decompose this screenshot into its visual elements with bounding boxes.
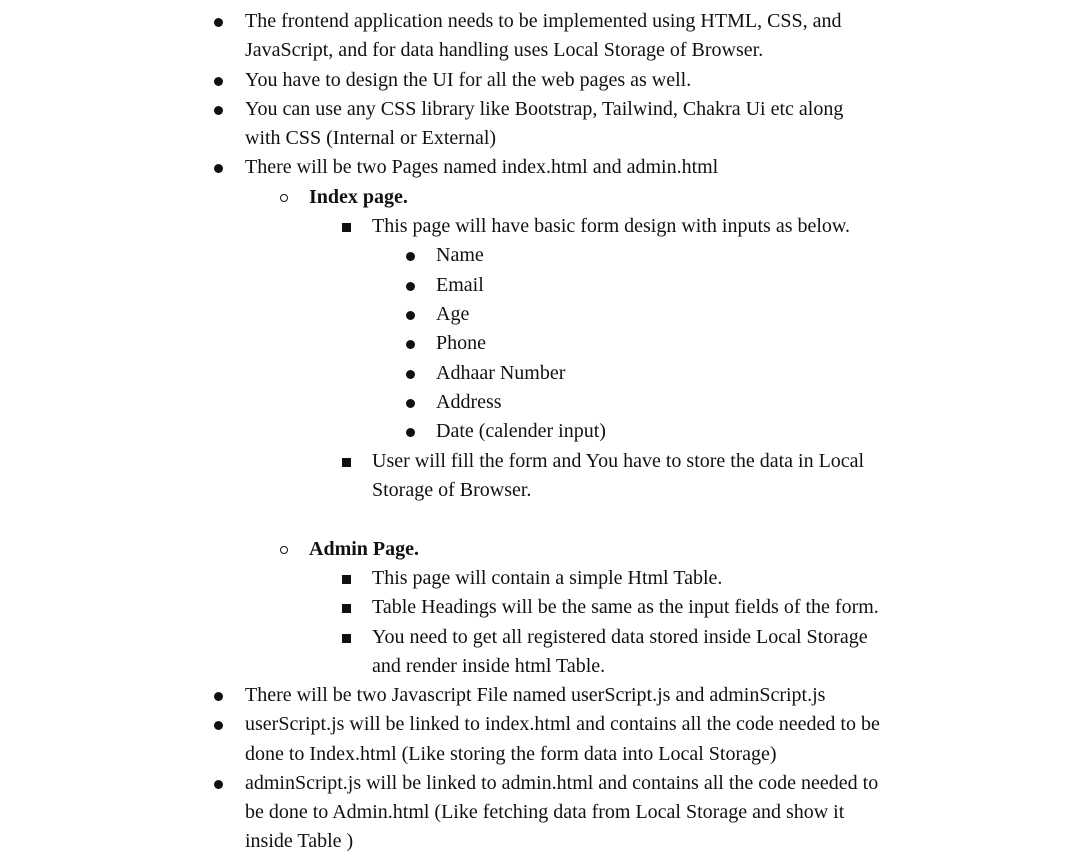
section-heading-admin: Admin Page. [309,538,419,560]
bullet-dot-icon [402,419,418,443]
list-item-text: inside Table ) [245,830,354,852]
list-item-text: You need to get all registered data stor… [372,626,868,648]
list-item-text: Email [436,274,484,296]
bullet-dot-icon [402,390,418,414]
bullet-square-icon [338,449,354,473]
list-item-text: JavaScript, and for data handling uses L… [245,39,764,61]
bullet-dot-icon [210,683,226,707]
list-item-text: done to Index.html (Like storing the for… [245,743,777,765]
bullet-dot-icon [210,9,226,33]
list-item-text: userScript.js will be linked to index.ht… [245,713,880,735]
list-item-text: Table Headings will be the same as the i… [372,596,879,618]
bullet-dot-icon [210,97,226,121]
list-item-text: with CSS (Internal or External) [245,127,497,149]
bullet-dot-icon [402,273,418,297]
bullet-dot-icon [402,331,418,355]
bullet-dot-icon [402,243,418,267]
list-item-text: There will be two Javascript File named … [245,684,826,706]
list-item-text: be done to Admin.html (Like fetching dat… [245,801,845,823]
bullet-square-icon [338,625,354,649]
list-item-text: adminScript.js will be linked to admin.h… [245,772,879,794]
list-item-text: There will be two Pages named index.html… [245,156,719,178]
bullet-circle-icon [276,537,292,561]
list-item-text: Age [436,303,470,325]
bullet-square-icon [338,595,354,619]
bullet-dot-icon [210,68,226,92]
list-item-text: The frontend application needs to be imp… [245,10,842,32]
list-item-text: Date (calender input) [436,420,606,442]
bullet-dot-icon [210,771,226,795]
list-item-text: You can use any CSS library like Bootstr… [245,98,844,120]
list-item-text: This page will have basic form design wi… [372,215,851,237]
bullet-circle-icon [276,185,292,209]
list-item-text: Storage of Browser. [372,479,532,501]
list-item-text: Address [436,391,502,413]
bullet-dot-icon [402,302,418,326]
bullet-square-icon [338,566,354,590]
bullet-dot-icon [210,712,226,736]
list-item-text: Name [436,244,484,266]
list-item-text: Phone [436,332,486,354]
bullet-square-icon [338,214,354,238]
bullet-dot-icon [402,361,418,385]
bullet-dot-icon [210,155,226,179]
list-item-text: Adhaar Number [436,362,566,384]
list-item-text: User will fill the form and You have to … [372,450,865,472]
list-item-text: This page will contain a simple Html Tab… [372,567,723,589]
list-item-text: You have to design the UI for all the we… [245,69,692,91]
section-heading-index: Index page. [309,186,408,208]
list-item-text: and render inside html Table. [372,655,606,677]
